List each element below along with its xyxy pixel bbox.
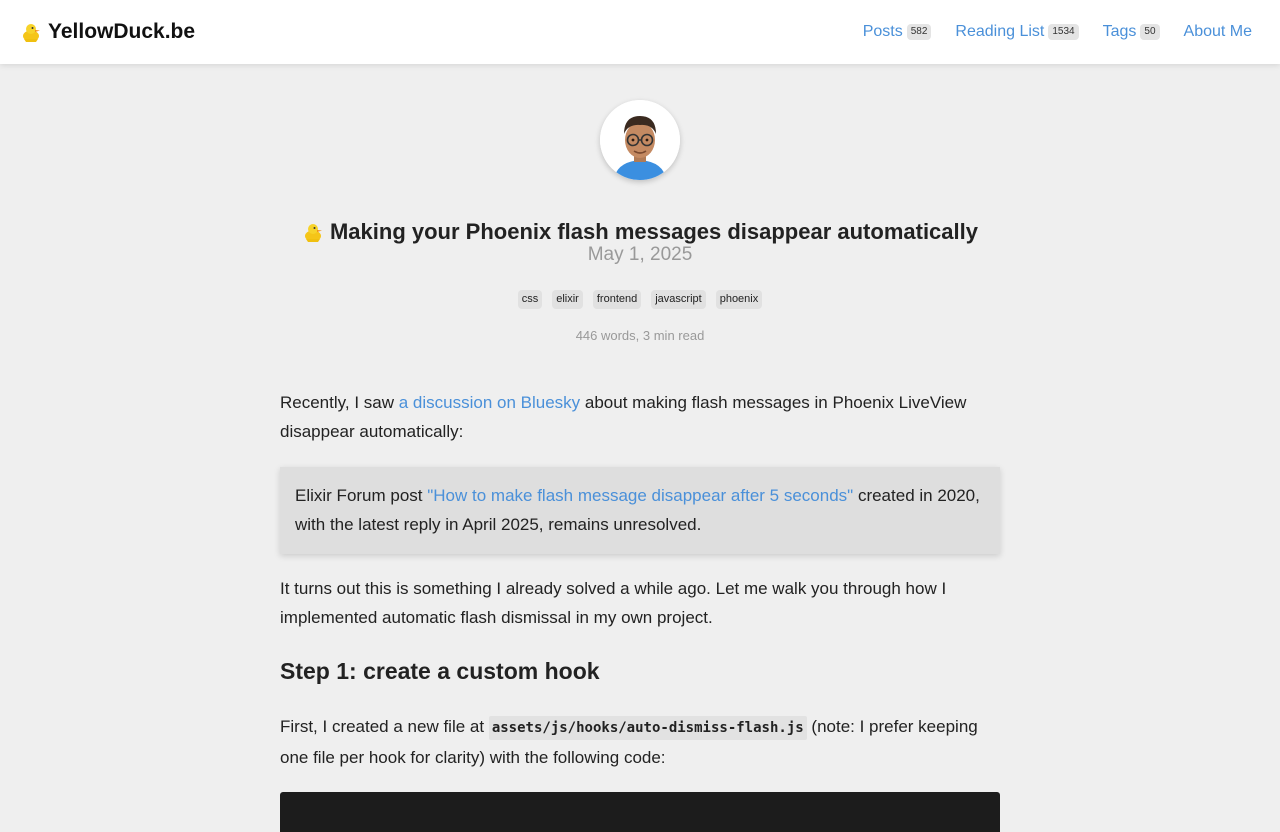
file-path-code: assets/js/hooks/auto-dismiss-flash.js xyxy=(488,716,807,740)
paragraph-step-1: First, I created a new file at assets/js… xyxy=(280,712,1000,772)
post-title-text: Making your Phoenix flash messages disap… xyxy=(329,218,978,244)
main-nav: Posts 582 Reading List 1534 Tags 50 Abou… xyxy=(863,23,1252,41)
paragraph-step-1-text-1: First, I created a new file at xyxy=(280,717,489,736)
nav-posts[interactable]: Posts 582 xyxy=(863,23,932,41)
tag-frontend[interactable]: frontend xyxy=(592,290,642,309)
tag-css[interactable]: css xyxy=(517,290,543,309)
tag-phoenix[interactable]: phoenix xyxy=(715,290,763,309)
main-content: Making your Phoenix flash messages disap… xyxy=(0,64,1280,832)
post-title: Making your Phoenix flash messages disap… xyxy=(0,219,1280,245)
brand-link[interactable]: YellowDuck.be xyxy=(20,20,195,44)
forum-post-link[interactable]: "How to make flash message disappear aft… xyxy=(427,486,853,505)
paragraph-intro-text-1: Recently, I saw xyxy=(280,393,399,412)
duck-icon xyxy=(20,21,42,43)
nav-reading-list[interactable]: Reading List 1534 xyxy=(955,23,1079,41)
nav-tags-label: Tags xyxy=(1102,23,1137,40)
avatar[interactable] xyxy=(600,100,680,180)
section-heading-step-1: Step 1: create a custom hook xyxy=(280,658,600,684)
bluesky-discussion-link[interactable]: a discussion on Bluesky xyxy=(399,393,580,412)
nav-tags-count: 50 xyxy=(1140,24,1160,40)
forum-quote: Elixir Forum post "How to make flash mes… xyxy=(280,467,1000,554)
paragraph-solution: It turns out this is something I already… xyxy=(280,579,947,627)
tag-list: css elixir frontend javascript phoenix xyxy=(0,290,1280,309)
nav-tags[interactable]: Tags 50 xyxy=(1103,23,1160,41)
duck-icon xyxy=(302,221,324,243)
nav-posts-label: Posts xyxy=(862,23,903,40)
paragraph-intro: Recently, I saw a discussion on Bluesky … xyxy=(280,388,1000,446)
code-block[interactable] xyxy=(280,792,1000,832)
tag-javascript[interactable]: javascript xyxy=(651,290,706,309)
nav-posts-count: 582 xyxy=(906,24,932,40)
site-header: YellowDuck.be Posts 582 Reading List 153… xyxy=(0,0,1280,64)
reading-meta: 446 words, 3 min read xyxy=(575,328,705,343)
nav-reading-list-count: 1534 xyxy=(1048,24,1079,40)
forum-quote-text-1: Elixir Forum post xyxy=(295,486,428,505)
nav-reading-list-label: Reading List xyxy=(955,23,1045,40)
avatar-memoji xyxy=(600,100,680,180)
nav-about-me-label: About Me xyxy=(1183,23,1252,40)
tag-elixir[interactable]: elixir xyxy=(552,290,583,309)
post-date: May 1, 2025 xyxy=(587,244,693,265)
brand-name: YellowDuck.be xyxy=(48,20,196,43)
nav-about-me[interactable]: About Me xyxy=(1184,23,1252,41)
